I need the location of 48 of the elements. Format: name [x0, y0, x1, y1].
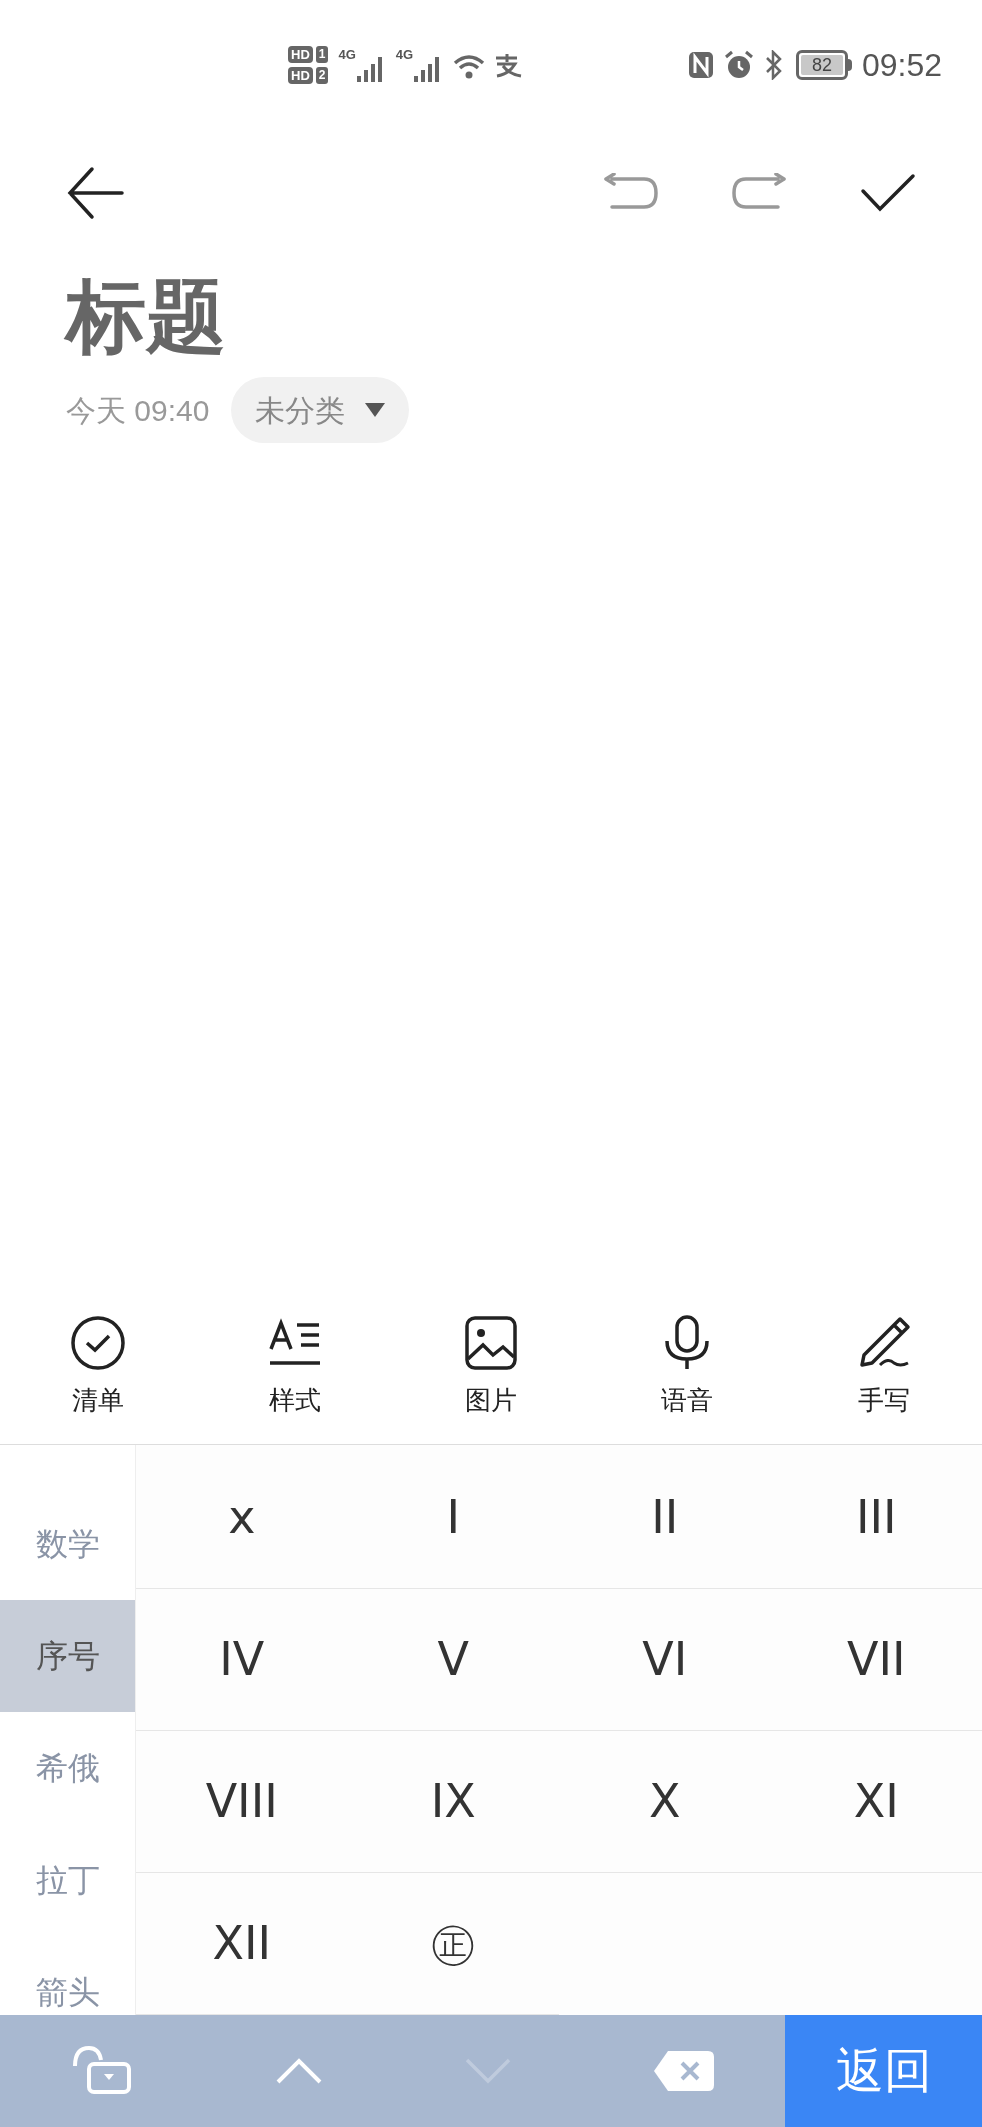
image-icon — [463, 1314, 519, 1371]
back-button[interactable] — [66, 165, 124, 220]
symbol-key[interactable]: VI — [632, 1625, 698, 1694]
toolbar-button[interactable]: 样式 — [196, 1314, 393, 1420]
bluetooth-icon — [763, 50, 784, 80]
save-button[interactable] — [860, 172, 916, 213]
battery-level: 82 — [800, 55, 843, 75]
symbol-key[interactable]: VII — [836, 1625, 916, 1694]
check-circle-icon — [70, 1314, 127, 1371]
payment-icon — [493, 52, 524, 78]
alarm-icon — [723, 50, 754, 80]
clock-time: 09:52 — [861, 46, 942, 85]
scroll-up-button[interactable] — [274, 2057, 323, 2085]
dropdown-caret-icon — [365, 403, 386, 417]
symbol-key[interactable]: IX — [420, 1767, 486, 1836]
back-icon — [66, 165, 124, 220]
note-title[interactable]: 标题 — [66, 269, 916, 365]
symbol-key[interactable]: V — [427, 1625, 479, 1694]
symbol-key[interactable]: x — [218, 1483, 266, 1552]
caret-up-icon — [274, 2057, 323, 2085]
toolbar-button[interactable]: 图片 — [392, 1314, 590, 1420]
symbol-key[interactable]: ㊣ — [420, 1909, 487, 1978]
symbol-key[interactable]: X — [639, 1767, 691, 1836]
note-date: 今天 09:40 — [66, 392, 210, 429]
symbol-key[interactable]: XII — [202, 1909, 282, 1978]
symbol-key[interactable]: III — [845, 1483, 907, 1552]
backspace-button[interactable] — [654, 2051, 715, 2091]
sim-slot: 1 — [315, 46, 329, 63]
sim-badge: HD — [288, 67, 313, 84]
symbol-category-tab[interactable]: 序号 — [0, 1600, 135, 1712]
symbol-key[interactable]: II — [641, 1483, 689, 1552]
symbol-key[interactable]: XI — [843, 1767, 909, 1836]
network-label: 4G — [338, 46, 356, 65]
symbol-key[interactable]: VIII — [195, 1767, 288, 1836]
nfc-icon — [687, 51, 714, 79]
lock-icon — [70, 2046, 133, 2096]
toolbar-button[interactable]: 手写 — [785, 1314, 982, 1420]
toolbar-button[interactable]: 清单 — [0, 1314, 197, 1420]
return-button[interactable]: 返回 — [785, 2015, 982, 2127]
network-label: 4G — [395, 46, 414, 65]
lock-button[interactable] — [70, 2046, 133, 2096]
symbol-key[interactable]: IV — [209, 1625, 275, 1694]
checkmark-icon — [860, 172, 916, 213]
symbol-key[interactable]: I — [436, 1483, 471, 1552]
sim-slot: 2 — [315, 67, 329, 84]
toolbar-button[interactable]: 语音 — [589, 1314, 786, 1420]
sim-badge: HD — [288, 46, 313, 63]
backspace-icon — [654, 2051, 715, 2091]
